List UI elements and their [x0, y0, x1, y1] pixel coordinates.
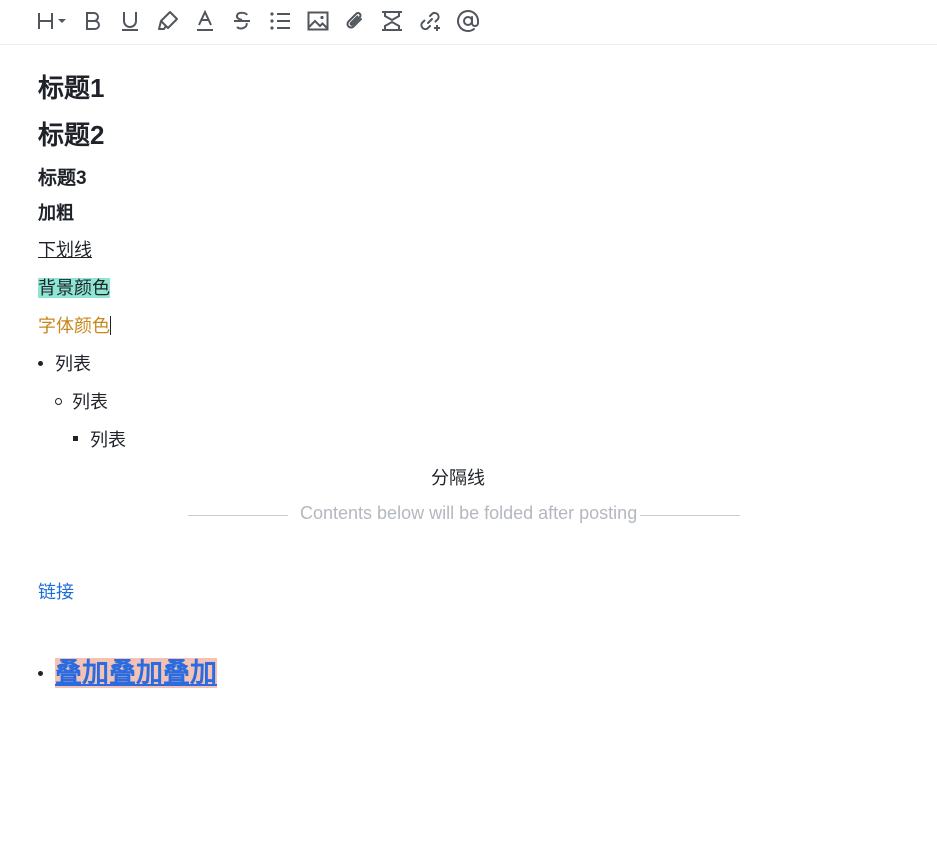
- heading-1: 标题1: [38, 73, 105, 103]
- attachment-button[interactable]: [343, 8, 367, 34]
- font-color-icon: [197, 9, 213, 31]
- editor-toolbar: [0, 0, 937, 45]
- list-item-level1: 列表: [55, 354, 91, 374]
- fold-line-left: [188, 515, 288, 516]
- highlight-button[interactable]: [156, 8, 180, 34]
- underline-button[interactable]: [119, 8, 141, 34]
- heading-button[interactable]: [36, 8, 72, 34]
- heading-2: 标题2: [38, 120, 105, 150]
- background-color-text: 背景颜色: [38, 278, 110, 298]
- list-bullet-disc-overlay: [38, 671, 43, 676]
- highlighter-icon: [158, 11, 178, 30]
- list-bullet-circle: [55, 398, 62, 405]
- link-text[interactable]: 链接: [38, 578, 74, 604]
- bold-icon: [86, 12, 100, 30]
- text-caret: [110, 316, 111, 335]
- background-color-paragraph: 背景颜色: [38, 274, 110, 300]
- list-bullet-square: [73, 436, 78, 441]
- font-color-paragraph: 字体颜色: [38, 312, 111, 338]
- link-add-icon: [420, 11, 440, 31]
- strikethrough-icon: [234, 11, 250, 30]
- link-button[interactable]: [418, 8, 442, 34]
- underline-icon: [122, 12, 138, 31]
- divider-label: 分隔线: [431, 468, 485, 488]
- mention-button[interactable]: [456, 8, 480, 34]
- fold-divider-text: Contents below will be folded after post…: [300, 503, 638, 523]
- fold-icon: [382, 11, 402, 31]
- at-icon: [457, 10, 479, 32]
- bold-text: 加粗: [38, 203, 74, 223]
- heading-3: 标题3: [38, 168, 87, 189]
- image-icon: [307, 11, 329, 31]
- overlay-paragraph: 叠加叠加叠加: [55, 651, 217, 690]
- bullet-list-button[interactable]: [268, 8, 292, 34]
- list-item-level3: 列表: [90, 430, 126, 450]
- overlay-text: 叠加叠加叠加: [55, 658, 217, 688]
- list-item-level2: 列表: [72, 392, 108, 412]
- list-bullet-disc: [38, 361, 43, 366]
- strikethrough-button[interactable]: [231, 8, 253, 34]
- image-button[interactable]: [306, 8, 330, 34]
- list-icon: [270, 12, 290, 30]
- font-color-text: 字体颜色: [38, 316, 110, 336]
- paperclip-icon: [346, 12, 362, 29]
- heading-icon: [38, 13, 66, 29]
- fold-line-right: [640, 515, 740, 516]
- font-color-button[interactable]: [194, 8, 216, 34]
- fold-divider-button[interactable]: [380, 8, 404, 34]
- bold-button[interactable]: [82, 8, 104, 34]
- underline-text: 下划线: [38, 240, 92, 260]
